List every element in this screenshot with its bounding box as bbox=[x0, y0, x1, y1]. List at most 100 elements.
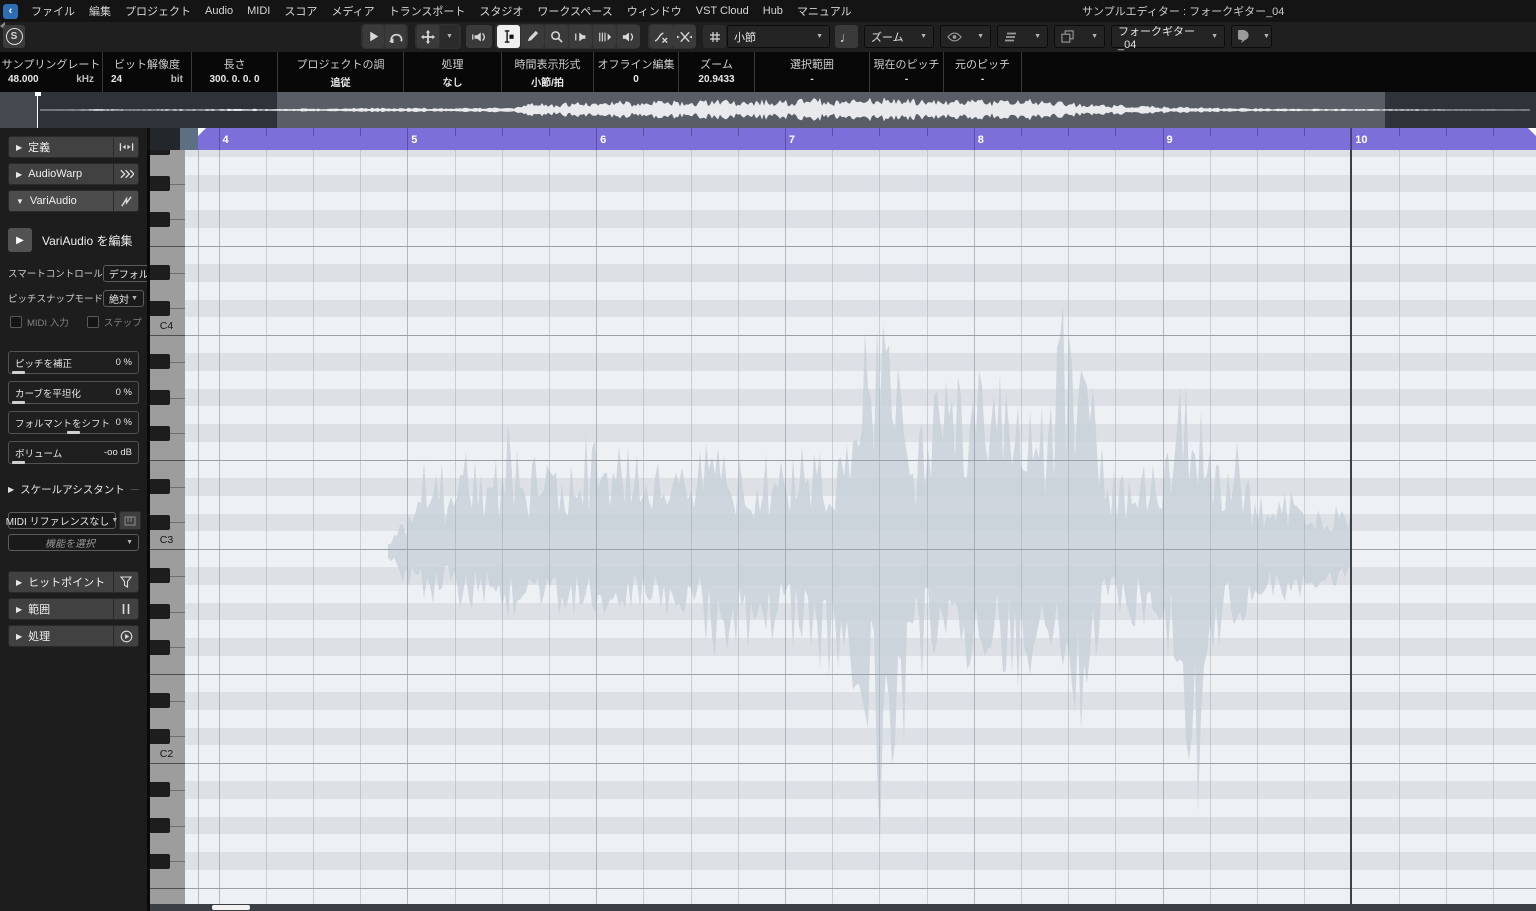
playback-tool-button[interactable] bbox=[569, 25, 592, 48]
menu-item[interactable]: スタジオ bbox=[479, 3, 523, 19]
draw-tool-button[interactable] bbox=[521, 25, 544, 48]
snap-grid-button[interactable] bbox=[703, 25, 726, 48]
horizontal-scrollbar-thumb[interactable] bbox=[212, 905, 250, 910]
acoustic-feedback-button[interactable] bbox=[466, 25, 492, 48]
snap-pitch-button[interactable] bbox=[650, 25, 673, 48]
clip-select-dropdown[interactable]: フォークギター_04 ▼ bbox=[1111, 25, 1225, 51]
back-icon[interactable]: ‹ bbox=[3, 3, 18, 19]
slider-ピッチを補正[interactable]: ピッチを補正 0 % bbox=[8, 351, 139, 374]
volume-tool-button[interactable] bbox=[617, 25, 640, 48]
info-field-sample-rate[interactable]: サンプリングレート 48.000 kHz bbox=[0, 52, 103, 92]
menu-item[interactable]: ワークスペース bbox=[537, 3, 612, 19]
info-field-bit-depth[interactable]: ビット解像度 24 bit bbox=[103, 52, 192, 92]
param-dropdown[interactable]: 絶対 ▼ bbox=[103, 289, 144, 307]
menu-item[interactable]: 編集 bbox=[89, 3, 111, 19]
visibility-dropdown[interactable]: ▼ bbox=[940, 25, 991, 48]
black-key[interactable] bbox=[150, 514, 170, 530]
section-icon-area[interactable] bbox=[113, 599, 138, 619]
section-header-ヒットポイント[interactable]: ▶ ヒットポイント bbox=[8, 571, 139, 593]
black-key[interactable] bbox=[150, 693, 170, 709]
slider-フォルマントをシフト[interactable]: フォルマントをシフト 0 % bbox=[8, 411, 139, 434]
menu-item[interactable]: スコア bbox=[284, 3, 317, 19]
section-header-範囲[interactable]: ▶ 範囲 bbox=[8, 598, 139, 620]
black-key[interactable] bbox=[150, 176, 170, 191]
auto-scroll-button[interactable] bbox=[417, 25, 439, 48]
ruler-bar-area[interactable] bbox=[198, 128, 1536, 150]
midi-reference-dropdown[interactable]: MIDI リファレンスなし ▼ bbox=[6, 512, 118, 529]
quantize-note-button[interactable]: ♩ bbox=[835, 25, 858, 48]
windows-dropdown[interactable]: ▼ bbox=[1054, 25, 1105, 48]
horizontal-scrollbar[interactable] bbox=[150, 904, 1536, 911]
menu-item[interactable]: ファイル bbox=[31, 3, 75, 19]
zoom-tool-button[interactable] bbox=[545, 25, 568, 48]
menu-item[interactable]: マニュアル bbox=[797, 3, 852, 19]
section-icon-area[interactable] bbox=[113, 164, 138, 184]
overview-position-marker[interactable] bbox=[37, 92, 38, 128]
section-header-AudioWarp[interactable]: ▶ AudioWarp bbox=[8, 163, 139, 185]
black-key[interactable] bbox=[150, 604, 170, 619]
menu-item[interactable]: ウィンドウ bbox=[627, 3, 682, 19]
scrub-tool-button[interactable] bbox=[593, 25, 616, 48]
range-selection-tool-button[interactable] bbox=[497, 25, 520, 48]
menu-item[interactable]: Audio bbox=[205, 5, 233, 17]
black-key[interactable] bbox=[150, 150, 170, 156]
comments-dropdown[interactable]: ▼ bbox=[1231, 25, 1272, 48]
slider-handle[interactable] bbox=[12, 401, 25, 404]
section-header-処理[interactable]: ▶ 処理 bbox=[8, 625, 139, 647]
black-key[interactable] bbox=[150, 354, 170, 370]
checkbox[interactable] bbox=[10, 316, 22, 328]
section-icon-area[interactable] bbox=[113, 191, 138, 211]
menu-item[interactable]: VST Cloud bbox=[696, 5, 749, 17]
scale-assistant-header[interactable]: ▶ スケールアシスタント bbox=[8, 482, 139, 497]
black-key[interactable] bbox=[150, 639, 170, 655]
slider-handle[interactable] bbox=[12, 371, 25, 374]
checkbox[interactable] bbox=[86, 316, 99, 328]
steinberg-setup-button[interactable]: S bbox=[3, 25, 25, 48]
black-key[interactable] bbox=[150, 425, 170, 441]
menu-item[interactable]: メディア bbox=[331, 3, 374, 19]
info-field-selection-range[interactable]: 選択範囲 - bbox=[755, 52, 870, 92]
info-field-original-pitch[interactable]: 元のピッチ - bbox=[944, 52, 1022, 92]
scale-editor-button[interactable] bbox=[119, 511, 141, 530]
zoom-preset-dropdown[interactable]: ズーム ▼ bbox=[864, 25, 934, 48]
menu-item[interactable]: プロジェクト bbox=[125, 3, 191, 19]
menu-item[interactable]: MIDI bbox=[247, 5, 270, 17]
pitch-grid[interactable] bbox=[185, 150, 1536, 904]
waveform-overview[interactable] bbox=[0, 92, 1536, 128]
overview-marker-handle[interactable] bbox=[35, 92, 41, 96]
info-field-length[interactable]: 長さ 300. 0. 0. 0 bbox=[192, 52, 278, 92]
slider-カーブを平坦化[interactable]: カーブを平坦化 0 % bbox=[8, 381, 139, 404]
layers-dropdown[interactable]: ▼ bbox=[997, 25, 1048, 48]
black-key[interactable] bbox=[150, 479, 170, 495]
info-field-process[interactable]: 処理 なし bbox=[404, 52, 502, 92]
slider-handle[interactable] bbox=[67, 431, 80, 434]
play-button[interactable] bbox=[363, 25, 384, 48]
menu-item[interactable]: トランスポート bbox=[389, 3, 466, 19]
grid-type-dropdown[interactable]: 小節 ▼ bbox=[727, 25, 830, 48]
black-key[interactable] bbox=[150, 390, 170, 405]
slider-ボリューム[interactable]: ボリューム -oo dB bbox=[8, 441, 139, 464]
auto-scroll-dropdown[interactable]: ▼ bbox=[440, 25, 459, 48]
split-segments-button[interactable] bbox=[673, 25, 696, 48]
info-field-offline-edits[interactable]: オフライン編集 0 bbox=[594, 52, 679, 92]
info-field-time-format[interactable]: 時間表示形式 小節/拍 bbox=[502, 52, 594, 92]
black-key[interactable] bbox=[150, 300, 170, 316]
timeline-ruler[interactable]: 4 5 6 7 8 9 10 bbox=[150, 128, 1536, 150]
select-function-dropdown[interactable]: 機能を選択 ▼ bbox=[8, 534, 139, 551]
black-key[interactable] bbox=[150, 853, 170, 869]
info-field-zoom[interactable]: ズーム 20.9433 bbox=[679, 52, 755, 92]
variaudio-edit-button[interactable]: ▶ bbox=[8, 228, 32, 252]
section-header-定義[interactable]: ▶ 定義 bbox=[8, 136, 139, 158]
section-icon-area[interactable] bbox=[113, 137, 138, 157]
black-key[interactable] bbox=[150, 818, 170, 833]
slider-handle[interactable] bbox=[12, 461, 25, 464]
info-field-current-pitch[interactable]: 現在のピッチ - bbox=[870, 52, 944, 92]
black-key[interactable] bbox=[150, 265, 170, 281]
section-icon-area[interactable] bbox=[113, 626, 138, 646]
black-key[interactable] bbox=[150, 211, 170, 227]
section-header-VariAudio[interactable]: ▼ VariAudio bbox=[8, 190, 139, 212]
black-key[interactable] bbox=[150, 728, 170, 744]
section-icon-area[interactable] bbox=[113, 572, 138, 592]
black-key[interactable] bbox=[150, 568, 170, 584]
black-key[interactable] bbox=[150, 782, 170, 798]
